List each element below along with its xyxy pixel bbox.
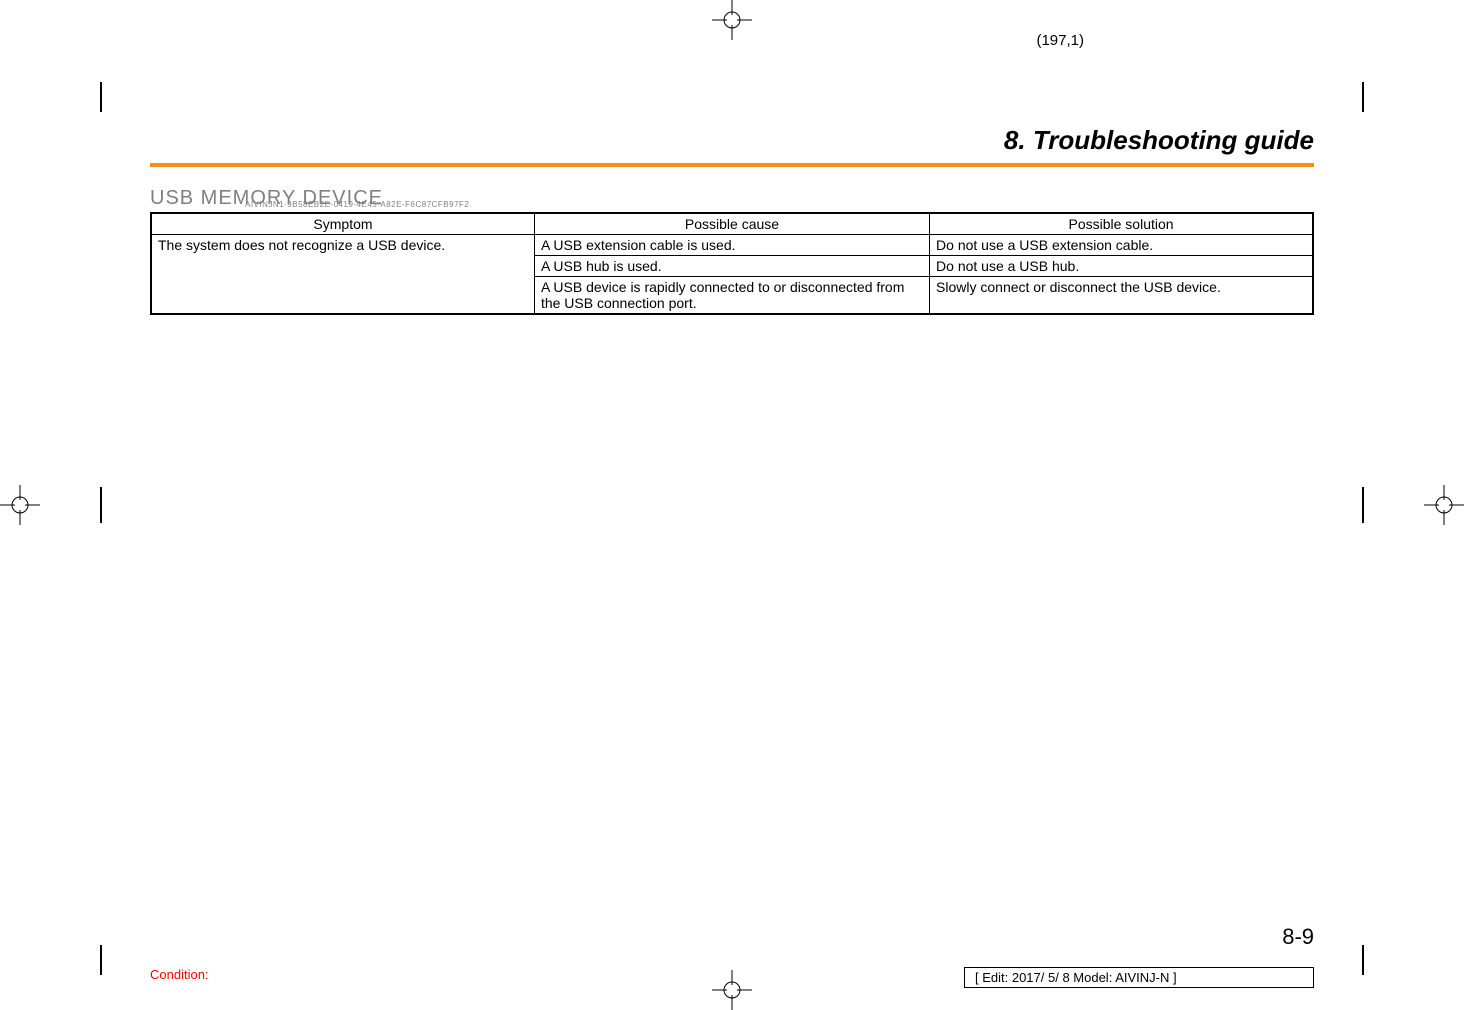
table-cell-solution: Do not use a USB extension cable. xyxy=(930,235,1313,256)
trim-tick-right xyxy=(1362,487,1364,523)
edit-info-box: [ Edit: 2017/ 5/ 8 Model: AIVINJ-N ] xyxy=(964,967,1314,988)
crop-mark-bottom-icon xyxy=(712,970,752,1010)
trim-tick-bottom-left xyxy=(100,945,102,975)
table-header-cause: Possible cause xyxy=(534,213,929,235)
troubleshooting-table: Symptom Possible cause Possible solution… xyxy=(150,212,1314,315)
heading-accent-bar xyxy=(150,163,1314,167)
crop-mark-left-icon xyxy=(0,485,40,525)
section-heading-id: AIVINJN1-9B58EB2E-0419-4E45-A82E-F6C87CF… xyxy=(245,200,469,209)
table-cell-cause: A USB hub is used. xyxy=(534,256,929,277)
table-cell-cause: A USB device is rapidly connected to or … xyxy=(534,277,929,315)
table-cell-solution: Slowly connect or disconnect the USB dev… xyxy=(930,277,1313,315)
trim-tick-top-right xyxy=(1362,82,1364,112)
trim-tick-top-left xyxy=(100,82,102,112)
trim-tick-bottom-right xyxy=(1362,945,1364,975)
table-cell-symptom: The system does not recognize a USB devi… xyxy=(151,235,534,315)
crop-mark-top-icon xyxy=(712,0,752,40)
condition-label: Condition: xyxy=(150,967,209,982)
page-coordinate: (197,1) xyxy=(1036,32,1084,49)
crop-mark-right-icon xyxy=(1424,485,1464,525)
chapter-title: 8. Troubleshooting guide xyxy=(1004,125,1314,156)
table-cell-cause: A USB extension cable is used. xyxy=(534,235,929,256)
table-row: The system does not recognize a USB devi… xyxy=(151,235,1313,256)
table-cell-solution: Do not use a USB hub. xyxy=(930,256,1313,277)
table-header-symptom: Symptom xyxy=(151,213,534,235)
trim-tick-left xyxy=(100,487,102,523)
page-number: 8-9 xyxy=(1282,924,1314,950)
table-header-solution: Possible solution xyxy=(930,213,1313,235)
table-header-row: Symptom Possible cause Possible solution xyxy=(151,213,1313,235)
